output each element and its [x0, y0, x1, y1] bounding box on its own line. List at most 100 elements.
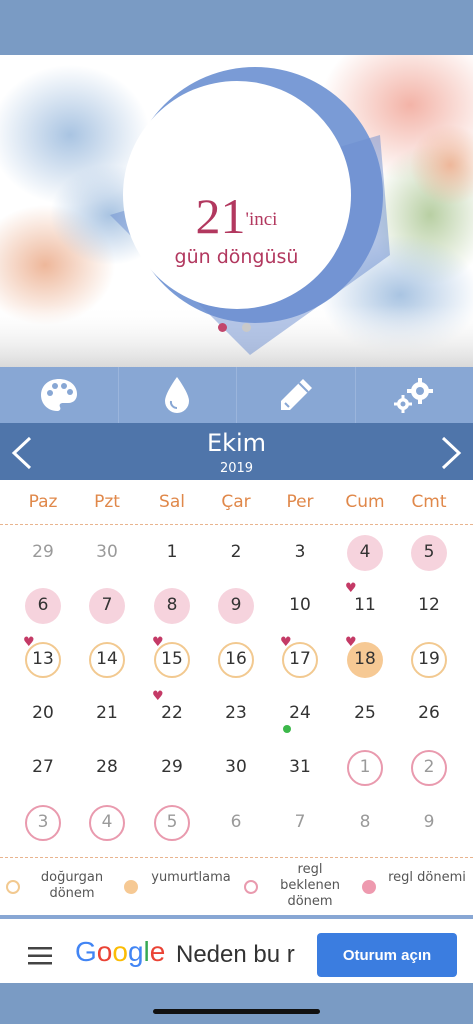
day-number: 12	[418, 595, 440, 615]
calendar-day[interactable]: 22 ♥	[140, 688, 204, 740]
calendar-day[interactable]: 6	[204, 797, 268, 849]
period-button[interactable]	[119, 367, 237, 423]
calendar-day[interactable]: 1	[140, 527, 204, 579]
day-number: 30	[225, 757, 247, 777]
chevron-right-icon[interactable]	[439, 436, 463, 470]
heart-icon: ♥	[152, 635, 164, 650]
day-number: 26	[418, 703, 440, 723]
notes-button[interactable]	[237, 367, 356, 423]
month-name: Ekim	[206, 429, 267, 457]
day-number: 7	[294, 812, 306, 832]
calendar-day[interactable]: 20	[11, 688, 75, 740]
calendar-day[interactable]: 28	[75, 742, 139, 794]
day-number: 24	[289, 703, 311, 723]
day-number: 2	[423, 757, 435, 777]
day-number: 4	[359, 542, 371, 562]
calendar-day[interactable]: 29	[140, 742, 204, 794]
calendar-day[interactable]: 23	[204, 688, 268, 740]
weekday-label: Cum	[345, 492, 385, 512]
cycle-day-number: 21'inci	[0, 191, 473, 241]
calendar-day[interactable]: 10	[268, 580, 332, 632]
legend-fertile-label: doğurgan dönem	[40, 870, 104, 901]
settings-button[interactable]	[356, 367, 473, 423]
day-number: 20	[32, 703, 54, 723]
calendar-day[interactable]: 11 ♥	[333, 580, 397, 632]
cycle-day-label: gün döngüsü	[174, 246, 299, 268]
google-logo-letter: o	[112, 936, 128, 967]
calendar-day[interactable]: 4	[333, 527, 397, 579]
heart-icon: ♥	[345, 635, 357, 650]
calendar-day[interactable]: 29	[11, 527, 75, 579]
heart-icon: ♥	[152, 689, 164, 704]
day-number: 18	[354, 649, 376, 669]
calendar-day[interactable]: 27	[11, 742, 75, 794]
google-logo-letter: o	[96, 936, 113, 967]
pencil-icon	[280, 379, 312, 410]
calendar-day[interactable]: 21	[75, 688, 139, 740]
calendar-day[interactable]: 8	[140, 580, 204, 632]
calendar-day[interactable]: 8	[333, 797, 397, 849]
day-number: 13	[32, 649, 54, 669]
heart-icon: ♥	[280, 635, 292, 650]
calendar-day[interactable]: 7	[268, 797, 332, 849]
google-logo: Google	[75, 936, 165, 968]
calendar-day[interactable]: 30	[204, 742, 268, 794]
day-number: 31	[289, 757, 311, 777]
day-number: 17	[289, 649, 311, 669]
home-indicator[interactable]	[153, 1009, 320, 1014]
cycle-header[interactable]: 21'inci gün döngüsü	[0, 55, 473, 367]
day-number: 2	[230, 542, 242, 562]
calendar-day[interactable]: 30	[75, 527, 139, 579]
calendar-day[interactable]: 3	[268, 527, 332, 579]
legend-ovulation-label: yumurtlama	[151, 870, 231, 885]
calendar-day[interactable]: 26	[397, 688, 461, 740]
weekday-label: Paz	[28, 492, 58, 512]
legend-period-marker	[362, 880, 376, 894]
calendar-day[interactable]: 31	[268, 742, 332, 794]
day-number: 28	[96, 757, 118, 777]
calendar-day[interactable]: 19	[397, 634, 461, 686]
day-number: 21	[96, 703, 118, 723]
calendar-day[interactable]: 3	[11, 797, 75, 849]
calendar-day[interactable]: 18 ♥	[333, 634, 397, 686]
weekday-label: Çar	[221, 492, 251, 512]
day-number: 3	[37, 812, 49, 832]
calendar-day[interactable]: 9	[204, 580, 268, 632]
calendar-day[interactable]: 14	[75, 634, 139, 686]
calendar-day[interactable]: 13 ♥	[11, 634, 75, 686]
calendar-day[interactable]: 15 ♥	[140, 634, 204, 686]
calendar-day[interactable]: 4	[75, 797, 139, 849]
calendar-day[interactable]: 2	[397, 742, 461, 794]
weekday-header: Paz Pzt Sal Çar Per Cum Cmt	[0, 480, 473, 524]
calendar-day[interactable]: 9	[397, 797, 461, 849]
ad-banner[interactable]: Google Neden bu r Oturum açın	[0, 919, 473, 983]
weekday-label: Pzt	[94, 492, 120, 512]
calendar-day[interactable]: 24	[268, 688, 332, 740]
theme-button[interactable]	[0, 367, 119, 423]
day-number: 29	[32, 542, 54, 562]
sign-in-button[interactable]: Oturum açın	[317, 933, 457, 977]
gears-icon	[394, 378, 434, 413]
weekday-label: Sal	[159, 492, 185, 512]
legend-expected-label: regl beklenen dönem	[280, 862, 340, 909]
day-number: 23	[225, 703, 247, 723]
calendar-day[interactable]: 17 ♥	[268, 634, 332, 686]
calendar-day[interactable]: 12	[397, 580, 461, 632]
legend-period-label: regl dönemi	[388, 870, 466, 885]
calendar-day[interactable]: 7	[75, 580, 139, 632]
day-number: 4	[101, 812, 113, 832]
calendar-day[interactable]: 5	[397, 527, 461, 579]
hamburger-menu-icon[interactable]	[28, 947, 52, 965]
month-navigation: Ekim 2019	[0, 423, 473, 480]
day-number: 15	[161, 649, 183, 669]
calendar-day[interactable]: 25	[333, 688, 397, 740]
calendar-day[interactable]: 1	[333, 742, 397, 794]
day-number: 27	[32, 757, 54, 777]
calendar-day[interactable]: 16	[204, 634, 268, 686]
calendar-day[interactable]: 2	[204, 527, 268, 579]
legend-ovulation-marker	[124, 880, 138, 894]
calendar-day[interactable]: 6	[11, 580, 75, 632]
drop-icon	[165, 377, 190, 413]
weekday-label: Per	[286, 492, 314, 512]
calendar-day[interactable]: 5	[140, 797, 204, 849]
